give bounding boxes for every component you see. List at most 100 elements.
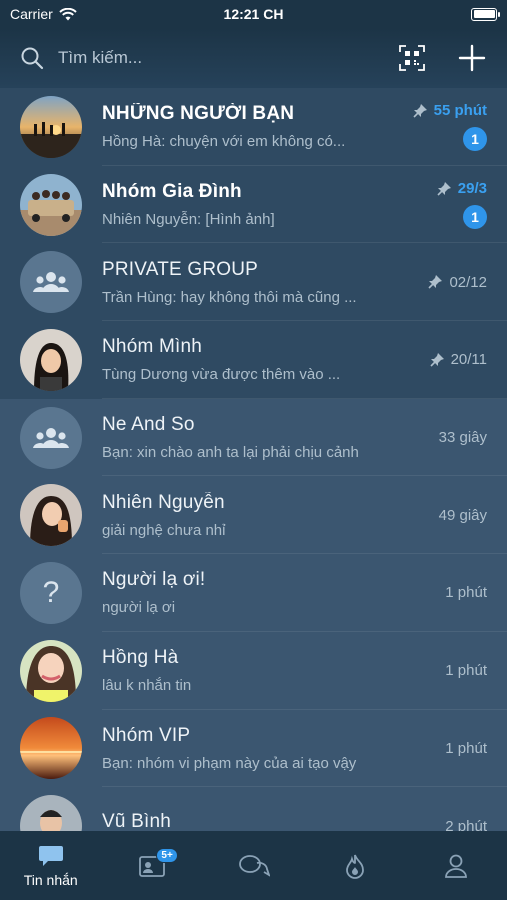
conversation-time-wrap: 55 phút	[412, 102, 487, 119]
conversation-preview: Bạn: nhóm vi phạm này của ai tạo vậy	[102, 754, 357, 772]
search-input[interactable]: Tìm kiếm...	[20, 46, 397, 70]
avatar	[20, 795, 82, 831]
conversation-preview: Nhiên Nguyễn: [Hình ảnh]	[102, 211, 275, 229]
qr-scan-button[interactable]	[397, 43, 427, 73]
conversation-time-wrap: 29/3	[436, 180, 487, 197]
tab-contacts[interactable]: 5+	[101, 831, 202, 900]
conversation-title: Nhóm Gia Đình	[102, 181, 242, 203]
flame-icon	[346, 854, 364, 879]
unread-badge: 1	[463, 205, 487, 230]
conversation-row[interactable]: Nhóm VIP Bạn: nhóm vi phạm này của ai tạ…	[0, 710, 507, 788]
header-actions	[397, 43, 487, 73]
conversation-row[interactable]: Hồng Hà lâu k nhắn tin 1 phút	[0, 632, 507, 710]
avatar	[20, 173, 82, 236]
conversation-title: Nhóm VIP	[102, 724, 191, 746]
conversation-time: 1 phút	[445, 739, 487, 757]
conversation-time-wrap: 02/12	[427, 274, 487, 291]
conversation-body: Nhiên Nguyễn giải nghệ chưa nhỉ	[102, 492, 431, 539]
conversation-body: PRIVATE GROUP Trần Hùng: hay không thôi …	[102, 259, 419, 306]
conversation-body: NHỮNG NGƯỜI BẠN Hồng Hà: chuyện với em k…	[102, 103, 404, 150]
conversation-time: 55 phút	[433, 102, 487, 120]
tab-messages-label: Tin nhắn	[23, 871, 78, 888]
conversation-row[interactable]: PRIVATE GROUP Trần Hùng: hay không thôi …	[0, 243, 507, 322]
avatar	[20, 251, 82, 314]
add-button[interactable]	[457, 43, 487, 73]
conversation-meta: 20/11	[429, 351, 487, 368]
conversation-title: Nhiên Nguyễn	[102, 491, 225, 513]
conversation-preview: lâu k nhắn tin	[102, 677, 192, 695]
conversation-row[interactable]: Nhóm Gia Đình Nhiên Nguyễn: [Hình ảnh] 2…	[0, 165, 507, 244]
conversation-meta: 29/3 1	[436, 180, 487, 230]
conversation-preview: người lạ ơi	[102, 599, 176, 617]
conversation-title: Ne And So	[102, 414, 195, 436]
conversation-body: Người lạ ơi! người lạ ơi	[102, 569, 437, 616]
tab-profile[interactable]	[406, 831, 507, 900]
conversation-row[interactable]: Vũ Bình 2 phút	[0, 787, 507, 831]
conversation-row[interactable]: ? Người lạ ơi! người lạ ơi 1 phút	[0, 554, 507, 632]
conversation-preview: Bạn: xin chào anh ta lại phải chịu cảnh	[102, 444, 359, 462]
conversation-body: Ne And So Bạn: xin chào anh ta lại phải …	[102, 414, 431, 461]
user-icon	[445, 854, 468, 878]
search-icon	[21, 47, 44, 70]
conversation-title: PRIVATE GROUP	[102, 258, 259, 280]
conversation-row[interactable]: Ne And So Bạn: xin chào anh ta lại phải …	[0, 399, 507, 477]
conversation-preview: Tùng Dương vừa được thêm vào ...	[102, 366, 341, 384]
conversation-time-wrap: 20/11	[429, 351, 487, 368]
avatar	[20, 328, 82, 391]
conversation-meta: 55 phút 1	[412, 102, 487, 152]
conversation-title: Vũ Bình	[102, 811, 172, 831]
tab-bar: Tin nhắn 5+	[0, 831, 507, 900]
conversation-row[interactable]: Nhóm Mình Tùng Dương vừa được thêm vào .…	[0, 321, 507, 399]
conversation-body: Nhóm Mình Tùng Dương vừa được thêm vào .…	[102, 336, 421, 383]
chat-bubble-icon	[38, 845, 63, 866]
avatar	[20, 95, 82, 158]
battery-icon	[471, 7, 500, 21]
pin-icon	[413, 103, 427, 118]
group-icon	[33, 427, 69, 448]
carrier-label: Carrier	[10, 6, 53, 22]
status-bar: Carrier 12:21 CH	[0, 0, 507, 28]
conversation-time: 2 phút	[445, 817, 487, 831]
pin-icon	[437, 181, 451, 196]
conversation-row[interactable]: NHỮNG NGƯỜI BẠN Hồng Hà: chuyện với em k…	[0, 88, 507, 166]
conversation-time: 20/11	[450, 351, 487, 369]
conversation-meta: 1 phút	[445, 584, 487, 601]
conversation-time: 29/3	[457, 180, 487, 198]
unread-badge: 1	[463, 127, 487, 152]
qr-code-icon	[399, 45, 425, 71]
avatar	[20, 406, 82, 469]
conversation-preview: Hồng Hà: chuyện với em không có...	[102, 133, 346, 151]
group-chat-icon	[238, 854, 270, 877]
plus-icon	[458, 44, 486, 72]
conversation-time: 02/12	[449, 273, 487, 291]
group-icon	[33, 272, 69, 293]
conversation-body: Nhóm Gia Đình Nhiên Nguyễn: [Hình ảnh]	[102, 181, 428, 228]
contacts-badge: 5+	[156, 848, 178, 863]
avatar	[20, 639, 82, 702]
conversation-body: Hồng Hà lâu k nhắn tin	[102, 647, 437, 694]
avatar: ?	[20, 561, 82, 624]
conversation-body: Vũ Bình	[102, 811, 437, 831]
conversation-meta: 1 phút	[445, 662, 487, 679]
conversation-preview: Trần Hùng: hay không thôi mà cũng ...	[102, 288, 357, 306]
conversation-list[interactable]: NHỮNG NGƯỜI BẠN Hồng Hà: chuyện với em k…	[0, 88, 507, 831]
search-placeholder: Tìm kiếm...	[58, 48, 143, 67]
avatar	[20, 484, 82, 547]
conversation-time: 1 phút	[445, 662, 487, 680]
conversation-preview: giải nghệ chưa nhỉ	[102, 521, 226, 539]
pin-icon	[428, 275, 443, 289]
conversation-time: 49 giây	[438, 506, 487, 524]
conversation-meta: 33 giây	[439, 429, 487, 446]
conversation-row[interactable]: Nhiên Nguyễn giải nghệ chưa nhỉ 49 giây	[0, 476, 507, 554]
tab-messages[interactable]: Tin nhắn	[0, 831, 101, 900]
conversation-title: NHỮNG NGƯỜI BẠN	[102, 103, 295, 125]
avatar	[20, 717, 82, 780]
conversation-meta: 49 giây	[439, 507, 487, 524]
tab-discover[interactable]	[304, 831, 405, 900]
tab-groups[interactable]	[203, 831, 304, 900]
conversation-title: Hồng Hà	[102, 647, 179, 669]
conversation-meta: 02/12	[427, 274, 487, 291]
question-mark-icon: ?	[42, 575, 60, 609]
conversation-meta: 1 phút	[445, 740, 487, 757]
pin-icon	[429, 352, 444, 367]
